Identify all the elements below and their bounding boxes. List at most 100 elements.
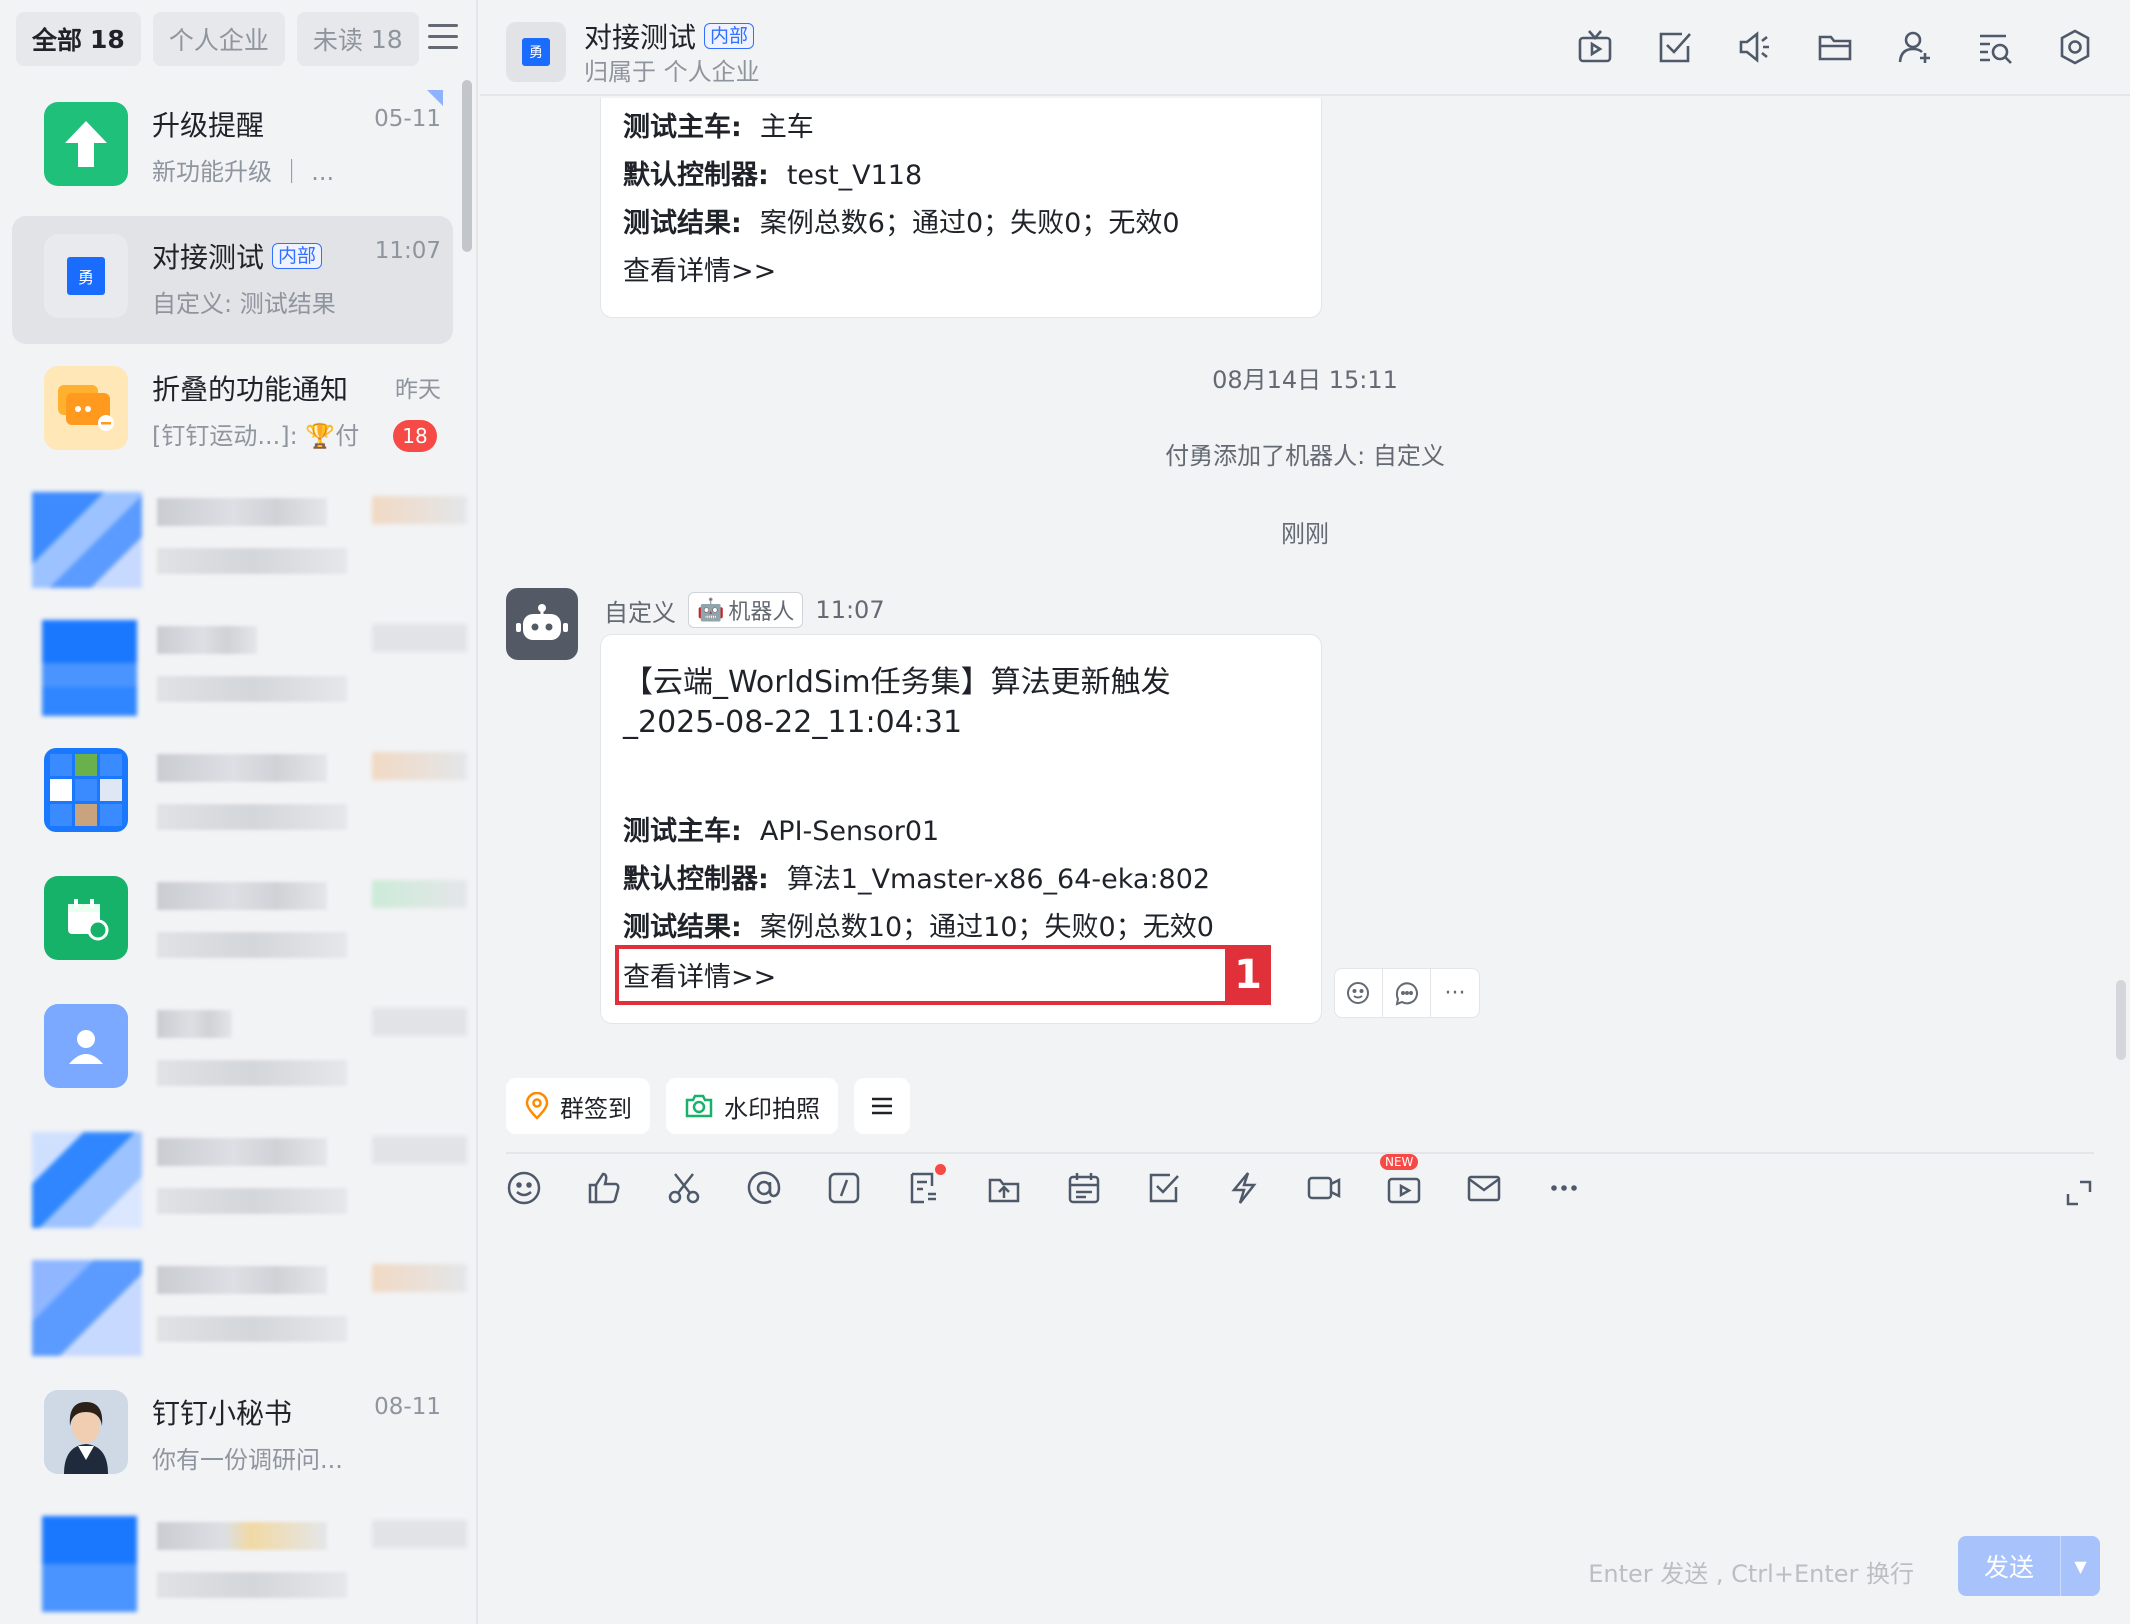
- blurred-avatar: [32, 1132, 142, 1228]
- message-area: 测试主车: 主车 默认控制器: test_V118 测试结果: 案例总数6；通过0；失…: [480, 98, 2130, 1058]
- blurred-text: [157, 1138, 327, 1166]
- doc-icon[interactable]: [906, 1164, 946, 1206]
- scissors-icon[interactable]: [666, 1170, 702, 1206]
- menu-icon: [870, 1096, 894, 1116]
- blurred-text: [157, 548, 347, 574]
- blurred-avatar: [42, 620, 137, 716]
- conversation-item-duijie[interactable]: 勇 对接测试 内部 自定义: 测试结果 11:07: [12, 216, 453, 344]
- blurred-text: [157, 1316, 347, 1342]
- more-icon[interactable]: [1546, 1170, 1582, 1206]
- conversation-item-blurred[interactable]: [12, 988, 467, 1116]
- conversation-item-folded-notice[interactable]: 折叠的功能通知 [钉钉运动...]: 🏆付 昨天 18: [12, 348, 453, 476]
- quick-actions: 群签到 水印拍照: [506, 1078, 910, 1134]
- group-avatar-char: 勇: [522, 38, 550, 66]
- conversation-item-blurred[interactable]: [12, 476, 467, 604]
- tab-personal-enterprise[interactable]: 个人企业: [152, 12, 285, 66]
- emoji-icon[interactable]: [506, 1170, 542, 1206]
- robot-tag: 🤖 机器人: [688, 592, 804, 628]
- thumbs-up-icon[interactable]: [586, 1170, 622, 1206]
- blurred-text: [157, 1266, 327, 1294]
- blurred-avatar: [32, 1260, 142, 1356]
- add-member-icon[interactable]: [1896, 28, 1934, 66]
- message-hover-actions: ···: [1334, 968, 1480, 1018]
- chat-scrollbar[interactable]: [2116, 980, 2126, 1060]
- conversation-preview: 自定义: 测试结果: [152, 290, 336, 318]
- calendar-icon[interactable]: [1066, 1170, 1102, 1206]
- send-options-dropdown[interactable]: ▼: [2060, 1536, 2100, 1596]
- row-label: 测试主车:: [623, 112, 742, 143]
- conversation-list: 升级提醒 新功能升级 ｜ ... 05-11 勇 对接测试 内部 自定义: 测试…: [0, 84, 467, 1624]
- tab-unread[interactable]: 未读 18: [296, 12, 419, 66]
- conversation-item-blurred[interactable]: [12, 1500, 467, 1624]
- robot-avatar[interactable]: [506, 588, 578, 660]
- at-icon[interactable]: [746, 1170, 782, 1206]
- menu-icon[interactable]: [428, 24, 458, 52]
- conversation-item-blurred[interactable]: [12, 860, 467, 988]
- conversation-time: 昨天: [395, 377, 441, 403]
- chat-subtitle: 归属于 个人企业: [584, 58, 760, 86]
- tab-label: 未读: [312, 26, 363, 55]
- header-actions: [1576, 28, 2094, 66]
- blurred-avatar: [42, 1516, 137, 1612]
- watermark-photo-label: 水印拍照: [724, 1094, 820, 1123]
- arrow-up-icon: [44, 102, 128, 186]
- conversation-item-blurred[interactable]: [12, 1116, 467, 1244]
- conversation-item-blurred[interactable]: [12, 732, 467, 860]
- announce-icon[interactable]: [1736, 28, 1774, 66]
- blurred-text: [157, 882, 327, 910]
- card-row: 默认控制器: test_V118: [623, 153, 922, 192]
- timestamp-divider: 刚刚: [1281, 520, 1329, 548]
- check-in-button[interactable]: 群签到: [506, 1078, 650, 1134]
- reply-icon[interactable]: [1383, 969, 1431, 1017]
- folder-icon[interactable]: [1816, 28, 1854, 66]
- tab-count: 18: [370, 24, 403, 54]
- filter-tabs: 全部 18 个人企业 未读 18: [16, 12, 419, 66]
- blurred-text: [157, 1060, 347, 1086]
- sender-name[interactable]: 自定义: [604, 593, 676, 628]
- reaction-icon[interactable]: [1335, 969, 1383, 1017]
- watermark-photo-button[interactable]: 水印拍照: [666, 1078, 838, 1134]
- slash-command-icon[interactable]: [826, 1170, 862, 1206]
- send-label: 发送: [1983, 1553, 2034, 1582]
- live-icon[interactable]: [1576, 28, 1614, 66]
- lightning-icon[interactable]: [1226, 1170, 1262, 1206]
- blurred-text: [157, 1188, 347, 1214]
- more-quick-actions-button[interactable]: [854, 1078, 910, 1134]
- chat-title[interactable]: 对接测试: [584, 16, 696, 56]
- blurred-text: [372, 880, 467, 908]
- conversation-item-blurred[interactable]: [12, 604, 467, 732]
- mail-icon[interactable]: [1466, 1170, 1502, 1206]
- live-icon[interactable]: NEW: [1380, 1154, 1422, 1206]
- chat-header: 勇 对接测试 内部 归属于 个人企业: [480, 0, 2130, 96]
- row-label: 测试主车:: [623, 816, 742, 847]
- conversation-sidebar: 全部 18 个人企业 未读 18 升级提醒 新功能升级 ｜ ... 05-11: [0, 0, 478, 1624]
- more-icon[interactable]: ···: [1431, 969, 1479, 1017]
- video-icon[interactable]: [1306, 1170, 1342, 1206]
- view-details-link[interactable]: 查看详情>>: [623, 249, 776, 288]
- person-icon: [44, 1004, 128, 1088]
- upload-icon[interactable]: [986, 1170, 1022, 1206]
- send-button[interactable]: 发送 ▼: [1958, 1536, 2100, 1596]
- row-label: 测试结果:: [623, 208, 742, 239]
- blurred-text: [157, 932, 347, 958]
- expand-editor-icon[interactable]: [2064, 1178, 2094, 1208]
- todo-icon[interactable]: [1656, 28, 1694, 66]
- sidebar-scrollbar[interactable]: [462, 80, 472, 252]
- tab-all[interactable]: 全部 18: [16, 12, 141, 66]
- conversation-item-upgrade[interactable]: 升级提醒 新功能升级 ｜ ... 05-11: [12, 84, 453, 212]
- blurred-text: [157, 626, 257, 654]
- pin-marker: [427, 90, 443, 106]
- task-icon[interactable]: [1146, 1170, 1182, 1206]
- conversation-item-blurred[interactable]: [12, 1244, 467, 1372]
- blurred-text: [372, 1008, 467, 1036]
- chat-panel: 勇 对接测试 内部 归属于 个人企业 测试主车: 主车 默认控制器: test_V1…: [480, 0, 2130, 1624]
- settings-icon[interactable]: [2056, 28, 2094, 66]
- card-row: 测试结果: 案例总数10；通过10；失败0；无效0: [623, 905, 1214, 944]
- group-avatar[interactable]: 勇: [506, 22, 566, 82]
- group-avatar-char: 勇: [67, 257, 105, 295]
- conversation-preview: 新功能升级 ｜ ...: [152, 158, 335, 186]
- row-value: 案例总数6；通过0；失败0；无效0: [759, 208, 1180, 239]
- row-value: API-Sensor01: [759, 816, 940, 847]
- conversation-item-assistant[interactable]: 钉钉小秘书 你有一份调研问... 08-11: [12, 1372, 453, 1500]
- search-history-icon[interactable]: [1976, 28, 2014, 66]
